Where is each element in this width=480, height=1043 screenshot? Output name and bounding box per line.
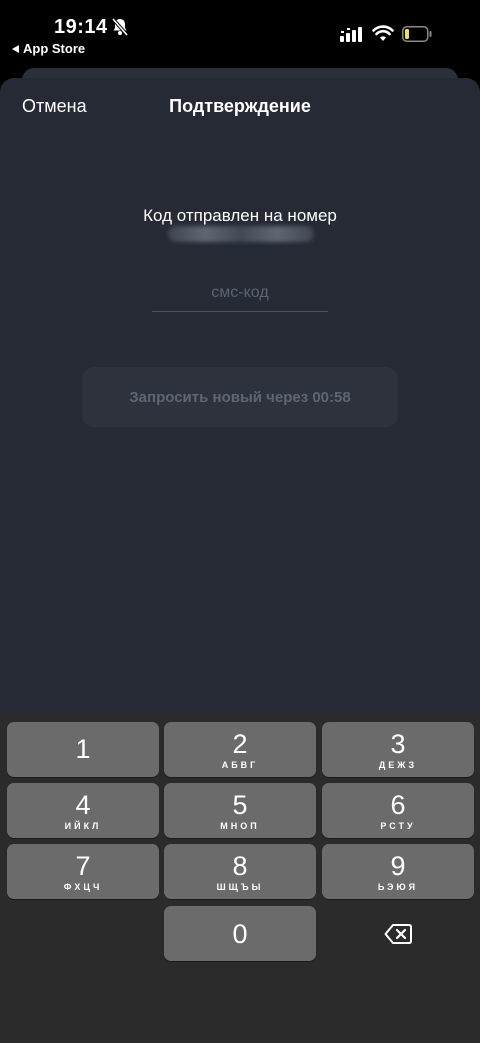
key-4[interactable]: 4 ИЙКЛ (7, 783, 159, 838)
key-letters: АБВГ (221, 759, 259, 770)
key-9[interactable]: 9 ЬЭЮЯ (322, 844, 474, 899)
bell-slash-icon (111, 17, 129, 37)
key-digit: 7 (75, 850, 91, 881)
key-7[interactable]: 7 ФХЦЧ (7, 844, 159, 899)
key-letters: ШЩЪЫ (216, 881, 264, 892)
backspace-button[interactable] (322, 906, 474, 961)
key-digit: 8 (232, 850, 248, 881)
key-letters: ДЕЖЗ (378, 759, 418, 770)
key-0[interactable]: 0 (164, 906, 316, 961)
nav-bar: Отмена Подтверждение (0, 96, 480, 122)
resend-code-button[interactable]: Запросить новый через 00:58 (82, 367, 398, 427)
battery-low-icon (402, 26, 432, 42)
key-digit: 6 (390, 789, 406, 820)
status-time: 19:14 (54, 16, 108, 38)
status-bar: 19:14 App Store (0, 0, 480, 62)
key-6[interactable]: 6 РСТУ (322, 783, 474, 838)
key-2[interactable]: 2 АБВГ (164, 722, 316, 777)
key-digit: 5 (232, 789, 248, 820)
code-sent-label: Код отправлен на номер (143, 206, 337, 225)
cellular-signal-icon (340, 27, 362, 42)
key-digit: 0 (232, 918, 248, 949)
page-title: Подтверждение (169, 96, 311, 116)
key-5[interactable]: 5 МНОП (164, 783, 316, 838)
key-letters: ИЙКЛ (64, 820, 102, 831)
sms-code-input[interactable] (152, 274, 328, 312)
key-digit: 4 (75, 789, 91, 820)
delete-left-icon (384, 923, 412, 944)
key-digit: 9 (390, 850, 406, 881)
screen: 19:14 App Store Отмена Подтверждение Код… (0, 0, 480, 1043)
key-digit: 2 (232, 728, 248, 759)
key-letters: ЬЭЮЯ (377, 881, 419, 892)
key-8[interactable]: 8 ШЩЪЫ (164, 844, 316, 899)
key-3[interactable]: 3 ДЕЖЗ (322, 722, 474, 777)
key-digit: 3 (390, 728, 406, 759)
key-digit: 1 (75, 733, 91, 764)
key-letters: ФХЦЧ (63, 881, 103, 892)
numeric-keypad: 1 2 АБВГ 3 ДЕЖЗ 4 ИЙКЛ 5 МНОП 6 РСТУ 7 Ф… (0, 714, 480, 1043)
phone-number-redacted (168, 226, 314, 242)
back-app-label: App Store (23, 41, 86, 56)
wifi-icon (372, 25, 394, 41)
key-1[interactable]: 1 (7, 722, 159, 777)
key-letters: РСТУ (380, 820, 416, 831)
back-to-app-store[interactable]: App Store (12, 41, 85, 56)
key-letters: МНОП (220, 820, 260, 831)
back-triangle-icon (12, 44, 19, 53)
